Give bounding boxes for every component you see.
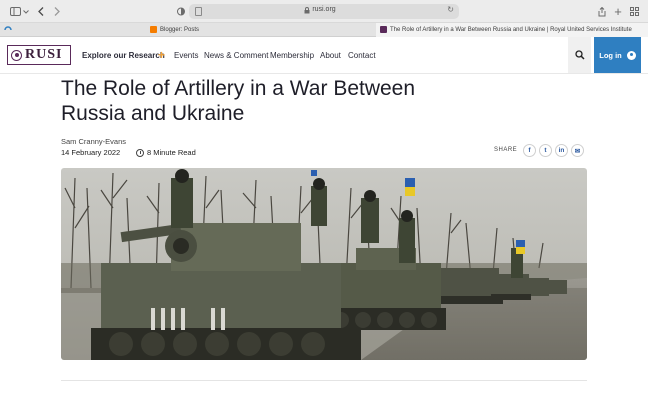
logo-text: RUSI — [25, 47, 63, 62]
tab-strip: Blogger: Posts The Role of Artillery in … — [0, 23, 648, 37]
tab-title: Blogger: Posts — [160, 27, 200, 33]
forward-icon[interactable] — [52, 5, 62, 18]
rusi-logo[interactable]: RUSI — [7, 45, 71, 65]
tab-overview-icon[interactable] — [629, 5, 639, 18]
linkedin-icon: in — [558, 147, 565, 154]
facebook-share-button[interactable]: f — [523, 144, 536, 157]
blogger-favicon-icon — [150, 25, 157, 33]
login-label: Log in — [599, 50, 622, 60]
tab-blogger[interactable]: Blogger: Posts — [150, 23, 350, 37]
tab-title: The Role of Artillery in a War Between R… — [390, 27, 632, 33]
clock-icon — [136, 148, 144, 157]
address-text: rusi.org — [312, 6, 336, 13]
address-bar[interactable]: rusi.org ↻ — [189, 4, 459, 19]
share-label: SHARE — [494, 147, 518, 153]
twitter-share-button[interactable]: t — [539, 144, 552, 157]
search-button[interactable] — [568, 37, 591, 73]
shield-icon[interactable] — [176, 5, 186, 18]
nav-contact[interactable]: Contact — [348, 51, 376, 60]
pinned-tab[interactable] — [0, 23, 16, 37]
email-icon: ✉ — [574, 147, 581, 155]
divider — [61, 380, 587, 381]
site-header: RUSI Explore our Research + Events News … — [0, 37, 648, 74]
sidebar-toggle-icon[interactable] — [9, 5, 22, 18]
article-author[interactable]: Sam Cranny-Evans — [61, 137, 126, 146]
chevron-down-icon[interactable] — [22, 5, 30, 18]
user-icon — [626, 50, 636, 60]
read-time: 8 Minute Read — [136, 148, 196, 157]
back-icon[interactable] — [36, 5, 46, 18]
twitter-icon: t — [544, 147, 547, 154]
browser-toolbar: rusi.org ↻ + — [0, 0, 648, 23]
linkedin-share-button[interactable]: in — [555, 144, 568, 157]
nav-membership[interactable]: Membership — [270, 51, 314, 60]
rusi-favicon-icon — [380, 25, 387, 33]
nav-news-comment[interactable]: News & Comment — [204, 51, 268, 60]
seal-icon — [11, 49, 22, 61]
login-button[interactable]: Log in — [594, 37, 641, 73]
plus-icon[interactable]: + — [158, 48, 165, 62]
nav-events[interactable]: Events — [174, 51, 198, 60]
reload-icon[interactable]: ↻ — [447, 5, 454, 14]
tab-rusi-article[interactable]: The Role of Artillery in a War Between R… — [376, 23, 648, 37]
read-time-label: 8 Minute Read — [147, 148, 196, 157]
search-icon — [574, 50, 585, 60]
artillery-column-photo — [61, 168, 587, 360]
nav-about[interactable]: About — [320, 51, 341, 60]
hero-image — [61, 168, 587, 360]
new-tab-icon[interactable]: + — [613, 5, 623, 18]
share-page-icon[interactable] — [597, 5, 607, 18]
facebook-icon: f — [528, 147, 531, 154]
email-share-button[interactable]: ✉ — [571, 144, 584, 157]
article-title: The Role of Artillery in a War Between R… — [61, 77, 416, 125]
nav-explore-research[interactable]: Explore our Research — [82, 51, 165, 60]
article-date: 14 February 2022 — [61, 148, 121, 157]
